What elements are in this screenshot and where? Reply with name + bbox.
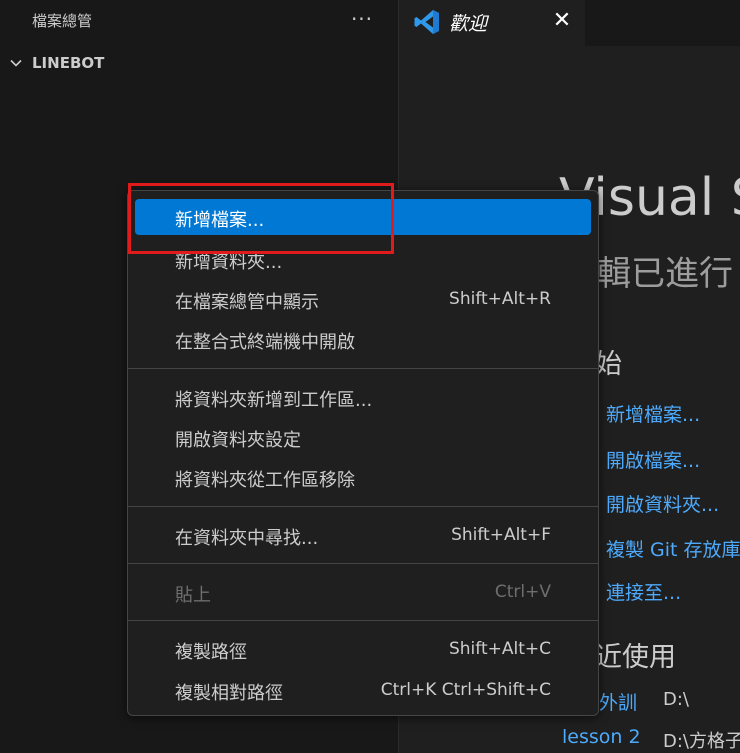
menu-item-shortcut: Ctrl+K Ctrl+Shift+C xyxy=(380,680,551,700)
menu-item-shortcut: Shift+Alt+C xyxy=(448,639,551,659)
menu-item-shortcut: Ctrl+V xyxy=(494,582,551,602)
menu-item-label: 在整合式終端機中開啟 xyxy=(175,332,355,353)
menu-item-reveal-in-explorer[interactable]: 在檔案總管中顯示 Shift+Alt+R xyxy=(135,281,591,317)
menu-item-label: 在檔案總管中顯示 xyxy=(175,292,319,313)
menu-item-label: 開啟資料夾設定 xyxy=(175,430,301,451)
menu-item-label: 將資料夾從工作區移除 xyxy=(175,470,355,491)
menu-item-paste: 貼上 Ctrl+V xyxy=(135,574,591,610)
menu-item-shortcut: Shift+Alt+R xyxy=(449,289,551,309)
menu-item-new-file[interactable]: 新增檔案... xyxy=(135,199,591,235)
menu-separator xyxy=(128,620,598,621)
tab-bar: 歡迎 ✕ xyxy=(399,0,740,46)
menu-item-find-in-folder[interactable]: 在資料夾中尋找... Shift+Alt+F xyxy=(135,517,591,553)
link-open-file[interactable]: 開啟檔案... xyxy=(606,446,700,473)
menu-item-label: 將資料夾新增到工作區... xyxy=(175,390,373,411)
folder-name: LINEBOT xyxy=(32,54,105,72)
tab-label: 歡迎 xyxy=(449,13,488,35)
explorer-header: 檔案總管 ··· xyxy=(0,0,398,40)
menu-item-open-in-terminal[interactable]: 在整合式終端機中開啟 xyxy=(135,321,591,357)
link-new-file[interactable]: 新增檔案... xyxy=(606,400,700,427)
menu-item-label: 貼上 xyxy=(175,585,211,606)
recent-item-path: D:\方格子 xyxy=(663,731,740,752)
menu-item-label: 在資料夾中尋找... xyxy=(175,528,319,549)
recent-item-name[interactable]: 外訓 xyxy=(599,688,637,715)
menu-separator xyxy=(128,368,598,369)
folder-row-linebot[interactable]: LINEBOT xyxy=(0,50,398,78)
menu-item-copy-path[interactable]: 複製路徑 Shift+Alt+C xyxy=(135,631,591,667)
menu-item-folder-settings[interactable]: 開啟資料夾設定 xyxy=(135,419,591,455)
welcome-subtitle: 輯已進行 xyxy=(597,254,733,294)
link-connect[interactable]: 連接至... xyxy=(606,578,681,605)
menu-item-label: 複製路徑 xyxy=(175,642,247,663)
menu-item-label: 新增檔案... xyxy=(175,210,265,231)
context-menu: 新增檔案... 新增資料夾... 在檔案總管中顯示 Shift+Alt+R 在整… xyxy=(127,190,599,716)
chevron-down-icon xyxy=(10,59,22,67)
menu-item-label: 新增資料夾... xyxy=(175,252,283,273)
tab-welcome[interactable]: 歡迎 ✕ xyxy=(399,0,585,46)
recent-heading: 近使用 xyxy=(595,642,676,673)
recent-item-name[interactable]: lesson 2 xyxy=(562,726,641,748)
menu-item-shortcut: Shift+Alt+F xyxy=(451,525,551,545)
link-clone-git[interactable]: 複製 Git 存放庫 xyxy=(606,535,740,562)
link-open-folder[interactable]: 開啟資料夾... xyxy=(606,490,719,517)
menu-separator xyxy=(128,563,598,564)
close-icon[interactable]: ✕ xyxy=(549,8,575,34)
start-heading: 始 xyxy=(595,349,622,380)
recent-item-path: D:\ xyxy=(663,689,689,710)
menu-item-remove-from-workspace[interactable]: 將資料夾從工作區移除 xyxy=(135,459,591,495)
menu-separator xyxy=(128,506,598,507)
vscode-icon xyxy=(414,10,439,34)
explorer-title: 檔案總管 xyxy=(32,12,93,30)
menu-item-copy-relative-path[interactable]: 複製相對路徑 Ctrl+K Ctrl+Shift+C xyxy=(135,672,591,708)
menu-item-new-folder[interactable]: 新增資料夾... xyxy=(135,241,591,277)
ellipsis-icon[interactable]: ··· xyxy=(348,6,376,34)
menu-item-add-to-workspace[interactable]: 將資料夾新增到工作區... xyxy=(135,379,591,415)
menu-item-label: 複製相對路徑 xyxy=(175,683,283,704)
